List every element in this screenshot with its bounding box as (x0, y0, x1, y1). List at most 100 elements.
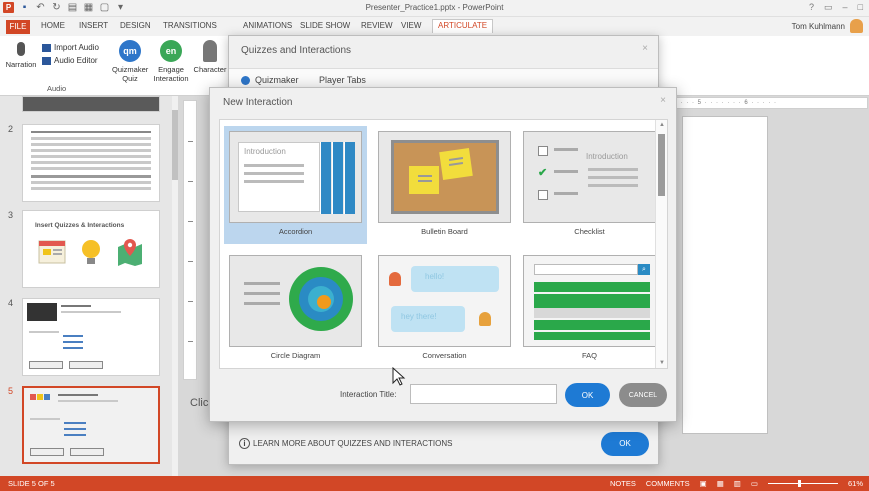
interaction-gallery: Introduction Accordion Bulletin Board ✔ … (219, 119, 668, 369)
slide-number-3: 3 (8, 210, 14, 220)
interaction-bulletin-board[interactable]: Bulletin Board (373, 126, 516, 244)
frame-icon[interactable]: ▢ (99, 2, 110, 13)
slide-thumbnail-5[interactable] (22, 386, 160, 464)
powerpoint-logo-icon: P (3, 2, 14, 13)
tab-articulate[interactable]: ARTICULATE (432, 19, 494, 33)
conversation-label: Conversation (422, 351, 467, 360)
slide-canvas[interactable] (682, 116, 768, 434)
user-name[interactable]: Tom Kuhlmann (792, 22, 845, 31)
slide-count: SLIDE 5 OF 5 (8, 479, 55, 488)
new-interaction-close-button[interactable]: × (660, 95, 666, 106)
character-icon (203, 40, 217, 62)
scroll-thumb[interactable] (658, 134, 665, 196)
checklist-preview: ✔ Introduction (523, 131, 656, 223)
slide-number-2: 2 (8, 124, 14, 134)
lightbulb-icon (82, 240, 100, 264)
undo-icon[interactable]: ↶ (35, 2, 46, 13)
narration-button[interactable]: Narration (2, 38, 40, 69)
info-icon: i (239, 438, 250, 449)
comments-button[interactable]: COMMENTS (646, 476, 690, 491)
ok-button[interactable]: OK (565, 383, 610, 407)
scroll-down-icon[interactable]: ▼ (656, 360, 667, 366)
faq-search-icon: ⌕ (638, 264, 650, 275)
audio-group-label: Audio (47, 84, 67, 93)
tab-transitions[interactable]: TRANSITIONS (163, 21, 217, 30)
checklist-label: Checklist (574, 227, 605, 236)
window-titlebar: P ▪ ↶ ↻ ▤ ▦ ▢ ▾ Presenter_Practice1.pptx… (0, 0, 869, 17)
status-bar: SLIDE 5 OF 5 NOTES COMMENTS ▣ ▦ ▥ ▭ 61% (0, 476, 869, 491)
interaction-conversation[interactable]: hello! hey there! Conversation (373, 250, 516, 368)
checkmark-icon: ✔ (538, 167, 548, 179)
interaction-title-input[interactable] (410, 384, 557, 404)
zoom-level[interactable]: 61% (848, 476, 863, 491)
interaction-title-label: Interaction Title: (340, 390, 397, 399)
faq-label: FAQ (581, 351, 597, 360)
customize-qat-icon[interactable]: ▾ (115, 2, 126, 13)
gallery-scrollbar[interactable]: ▲ ▼ (655, 120, 667, 368)
maximize-button[interactable]: □ (858, 2, 863, 13)
quizmaker-icon: qm (119, 40, 141, 62)
quizzes-dialog-ok-button[interactable]: OK (601, 432, 649, 456)
engage-interaction-button[interactable]: en Engage Interaction (151, 38, 191, 83)
interaction-checklist[interactable]: ✔ Introduction Checklist (518, 126, 661, 244)
reading-view-icon[interactable]: ▥ (734, 476, 741, 491)
ribbon-tab-bar: FILE HOME INSERT DESIGN TRANSITIONS ANIM… (0, 17, 869, 36)
hello-bubble: hello! (411, 266, 499, 292)
slide-thumbnail-4[interactable] (22, 298, 160, 376)
table-icon[interactable]: ▦ (83, 2, 94, 13)
faq-preview: ⌕ (523, 255, 656, 347)
hey-there-bubble: hey there! (391, 306, 465, 332)
slide-thumbnail-3[interactable]: Insert Quizzes & Interactions (22, 210, 160, 288)
vertical-ruler (183, 100, 197, 380)
speaker-1-icon (389, 272, 401, 286)
user-avatar[interactable] (850, 19, 863, 33)
tab-review[interactable]: REVIEW (361, 21, 393, 30)
tab-slide-show[interactable]: SLIDE SHOW (300, 21, 350, 30)
scroll-up-icon[interactable]: ▲ (656, 122, 667, 128)
slide-3-title: Insert Quizzes & Interactions (35, 222, 125, 229)
help-button[interactable]: ? (809, 2, 814, 13)
tab-home[interactable]: HOME (41, 21, 65, 30)
minimize-button[interactable]: – (843, 2, 848, 13)
interaction-circle-diagram[interactable]: Circle Diagram (224, 250, 367, 368)
tab-view[interactable]: VIEW (401, 21, 421, 30)
tab-file[interactable]: FILE (6, 20, 30, 34)
tab-player-tabs[interactable]: Player Tabs (319, 75, 366, 85)
redo-icon[interactable]: ↻ (51, 2, 62, 13)
quizzes-dialog-close-button[interactable]: × (642, 43, 648, 54)
window-controls: ? ▭ – □ (809, 2, 863, 13)
tab-design[interactable]: DESIGN (120, 21, 151, 30)
notes-button[interactable]: NOTES (610, 476, 636, 491)
bulletin-board-preview (378, 131, 511, 223)
checklist-preview-text: Introduction (586, 152, 628, 161)
tab-insert[interactable]: INSERT (79, 21, 108, 30)
map-pin-icon (118, 239, 142, 266)
interaction-faq[interactable]: ⌕ FAQ (518, 250, 661, 368)
quizmaker-quiz-button[interactable]: qm Quizmaker Quiz (112, 38, 148, 83)
slide-sorter-icon[interactable]: ▦ (717, 476, 724, 491)
speaker-2-icon (479, 312, 491, 326)
circle-diagram-label: Circle Diagram (270, 351, 321, 360)
slideshow-icon[interactable]: ▭ (751, 476, 758, 491)
slide-number-5: 5 (8, 386, 14, 396)
zoom-slider[interactable] (767, 480, 838, 487)
ribbon-display-button[interactable]: ▭ (824, 2, 833, 13)
slide-thumbnails-pane: 2 3 Insert Quizzes & Interactions 4 5 (0, 96, 178, 476)
audio-editor-button[interactable]: Audio Editor (42, 56, 98, 65)
start-from-beginning-icon[interactable]: ▤ (67, 2, 78, 13)
character-button[interactable]: Character (192, 38, 228, 74)
bulletin-board-label: Bulletin Board (421, 227, 468, 236)
tab-quizmaker[interactable]: Quizmaker (255, 75, 299, 85)
cancel-button[interactable]: CANCEL (619, 383, 667, 407)
slide-thumbnail-1[interactable] (22, 96, 160, 112)
learn-more-link[interactable]: i LEARN MORE ABOUT QUIZZES AND INTERACTI… (239, 438, 452, 449)
normal-view-icon[interactable]: ▣ (700, 476, 707, 491)
conversation-preview: hello! hey there! (378, 255, 511, 347)
interaction-accordion[interactable]: Introduction Accordion (224, 126, 367, 244)
interaction-label: Interaction (153, 74, 189, 83)
import-audio-button[interactable]: Import Audio (42, 43, 99, 52)
tab-animations[interactable]: ANIMATIONS (243, 21, 292, 30)
save-icon[interactable]: ▪ (19, 2, 30, 13)
import-audio-label: Import Audio (54, 43, 99, 52)
slide-thumbnail-2[interactable] (22, 124, 160, 202)
